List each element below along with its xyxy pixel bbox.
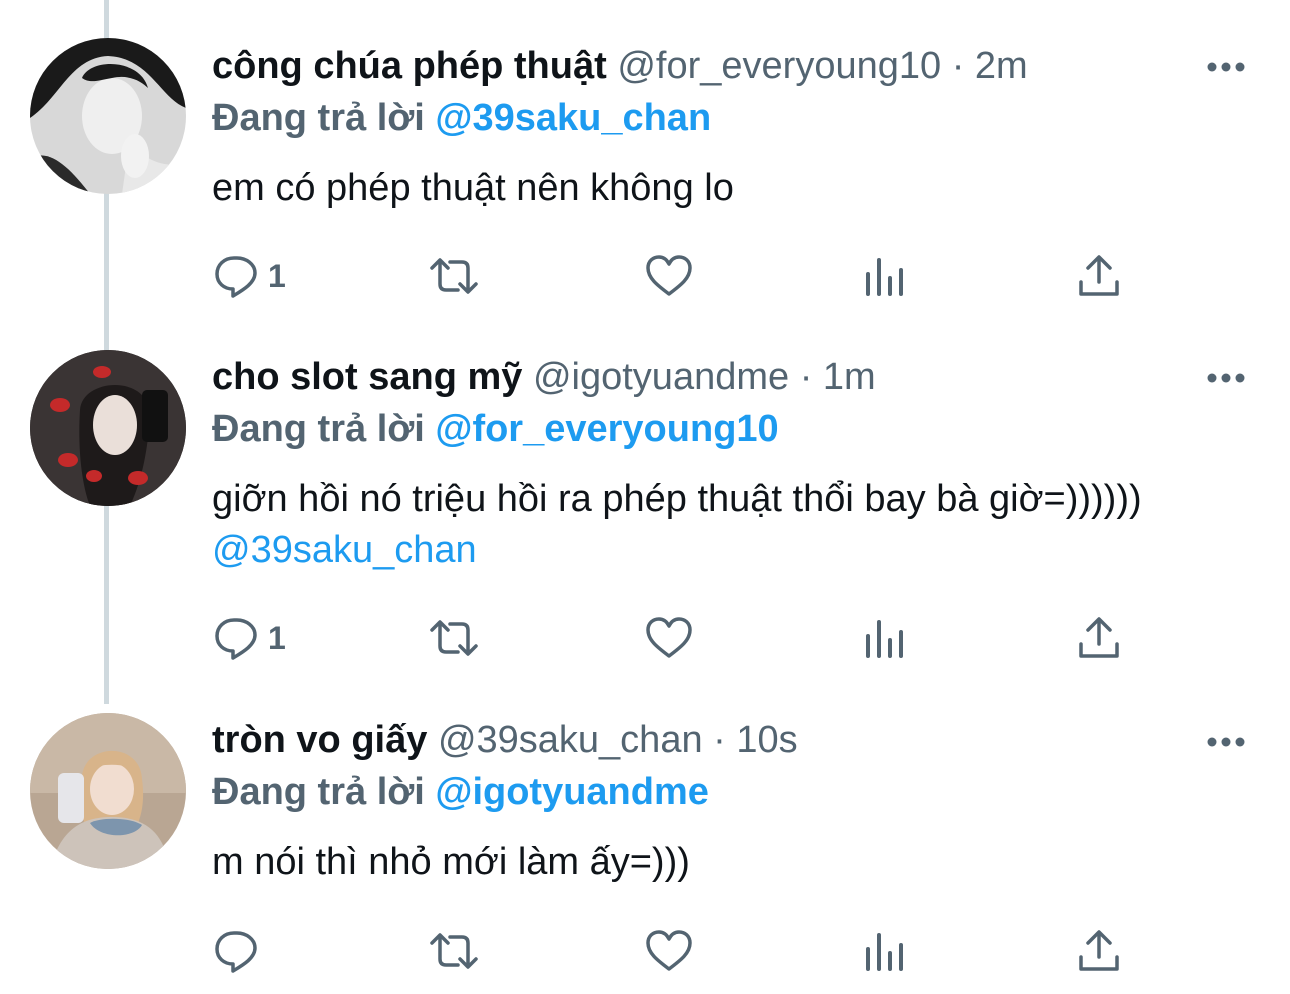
tweet-actions: 1 bbox=[212, 613, 1152, 663]
replying-to: Đang trả lời @igotyuandme bbox=[212, 767, 709, 817]
like-button[interactable] bbox=[644, 613, 694, 663]
tweet-mention[interactable]: @39saku_chan bbox=[212, 529, 477, 571]
retweet-icon bbox=[426, 927, 482, 975]
timestamp[interactable]: 2m bbox=[975, 45, 1028, 87]
like-button[interactable] bbox=[644, 251, 694, 301]
tweet-text: giỡn hồi nó triệu hồi ra phép thuật thổi… bbox=[212, 474, 1192, 576]
replying-to: Đang trả lời @39saku_chan bbox=[212, 93, 711, 143]
views-button[interactable] bbox=[862, 926, 906, 976]
user-handle[interactable]: @39saku_chan bbox=[438, 719, 703, 761]
tweet-header: công chúa phép thuật @for_everyoung10 · … bbox=[212, 41, 1028, 91]
share-button[interactable] bbox=[1076, 613, 1122, 663]
share-icon bbox=[1076, 614, 1122, 662]
user-handle[interactable]: @igotyuandme bbox=[533, 356, 789, 398]
reply-icon bbox=[212, 927, 260, 975]
retweet-button[interactable] bbox=[426, 251, 482, 301]
views-button[interactable] bbox=[862, 613, 906, 663]
replying-to-label: Đang trả lời bbox=[212, 408, 425, 450]
like-icon bbox=[644, 614, 694, 662]
avatar[interactable] bbox=[30, 713, 186, 869]
replying-to-handle[interactable]: @igotyuandme bbox=[435, 771, 709, 813]
views-icon bbox=[862, 927, 906, 975]
views-icon bbox=[862, 252, 906, 300]
tweet-text: em có phép thuật nên không lo bbox=[212, 163, 1192, 214]
display-name[interactable]: cho slot sang mỹ bbox=[212, 356, 522, 398]
reply-button[interactable]: 1 bbox=[212, 613, 286, 663]
avatar[interactable] bbox=[30, 38, 186, 194]
separator-dot: · bbox=[713, 719, 726, 761]
replying-to-handle[interactable]: @for_everyoung10 bbox=[435, 408, 778, 450]
retweet-button[interactable] bbox=[426, 926, 482, 976]
tweet-actions: 1 bbox=[212, 251, 1152, 301]
tweet-header: tròn vo giấy @39saku_chan · 10s bbox=[212, 715, 798, 765]
tweet-actions bbox=[212, 926, 1152, 976]
tweet-body: giỡn hồi nó triệu hồi ra phép thuật thổi… bbox=[212, 478, 1142, 520]
share-button[interactable] bbox=[1076, 926, 1122, 976]
separator-dot: · bbox=[799, 356, 813, 398]
views-icon bbox=[862, 614, 906, 662]
separator-dot: · bbox=[951, 45, 965, 87]
replying-to-handle[interactable]: @39saku_chan bbox=[435, 97, 711, 139]
retweet-button[interactable] bbox=[426, 613, 482, 663]
more-icon[interactable] bbox=[1206, 371, 1246, 383]
avatar[interactable] bbox=[30, 350, 186, 506]
reply-icon bbox=[212, 614, 260, 662]
tweet-header: cho slot sang mỹ @igotyuandme · 1m bbox=[212, 352, 876, 402]
user-handle[interactable]: @for_everyoung10 bbox=[617, 45, 941, 87]
tweet-body: em có phép thuật nên không lo bbox=[212, 167, 734, 209]
replying-to-label: Đang trả lời bbox=[212, 97, 425, 139]
share-button[interactable] bbox=[1076, 251, 1122, 301]
retweet-icon bbox=[426, 252, 482, 300]
timestamp[interactable]: 10s bbox=[736, 719, 797, 761]
tweet-body: m nói thì nhỏ mới làm ấy=))) bbox=[212, 841, 690, 883]
timestamp[interactable]: 1m bbox=[823, 356, 876, 398]
more-icon[interactable] bbox=[1206, 735, 1246, 747]
like-button[interactable] bbox=[644, 926, 694, 976]
share-icon bbox=[1076, 252, 1122, 300]
display-name[interactable]: công chúa phép thuật bbox=[212, 45, 607, 87]
reply-button[interactable] bbox=[212, 926, 268, 976]
tweet-text: m nói thì nhỏ mới làm ấy=))) bbox=[212, 837, 1192, 888]
reply-button[interactable]: 1 bbox=[212, 251, 286, 301]
reply-icon bbox=[212, 252, 260, 300]
display-name[interactable]: tròn vo giấy bbox=[212, 719, 427, 761]
like-icon bbox=[644, 252, 694, 300]
reply-count: 1 bbox=[268, 258, 286, 294]
replying-to-label: Đang trả lời bbox=[212, 771, 425, 813]
views-button[interactable] bbox=[862, 251, 906, 301]
retweet-icon bbox=[426, 614, 482, 662]
like-icon bbox=[644, 927, 694, 975]
reply-count: 1 bbox=[268, 620, 286, 656]
share-icon bbox=[1076, 927, 1122, 975]
replying-to: Đang trả lời @for_everyoung10 bbox=[212, 404, 779, 454]
more-icon[interactable] bbox=[1206, 60, 1246, 72]
